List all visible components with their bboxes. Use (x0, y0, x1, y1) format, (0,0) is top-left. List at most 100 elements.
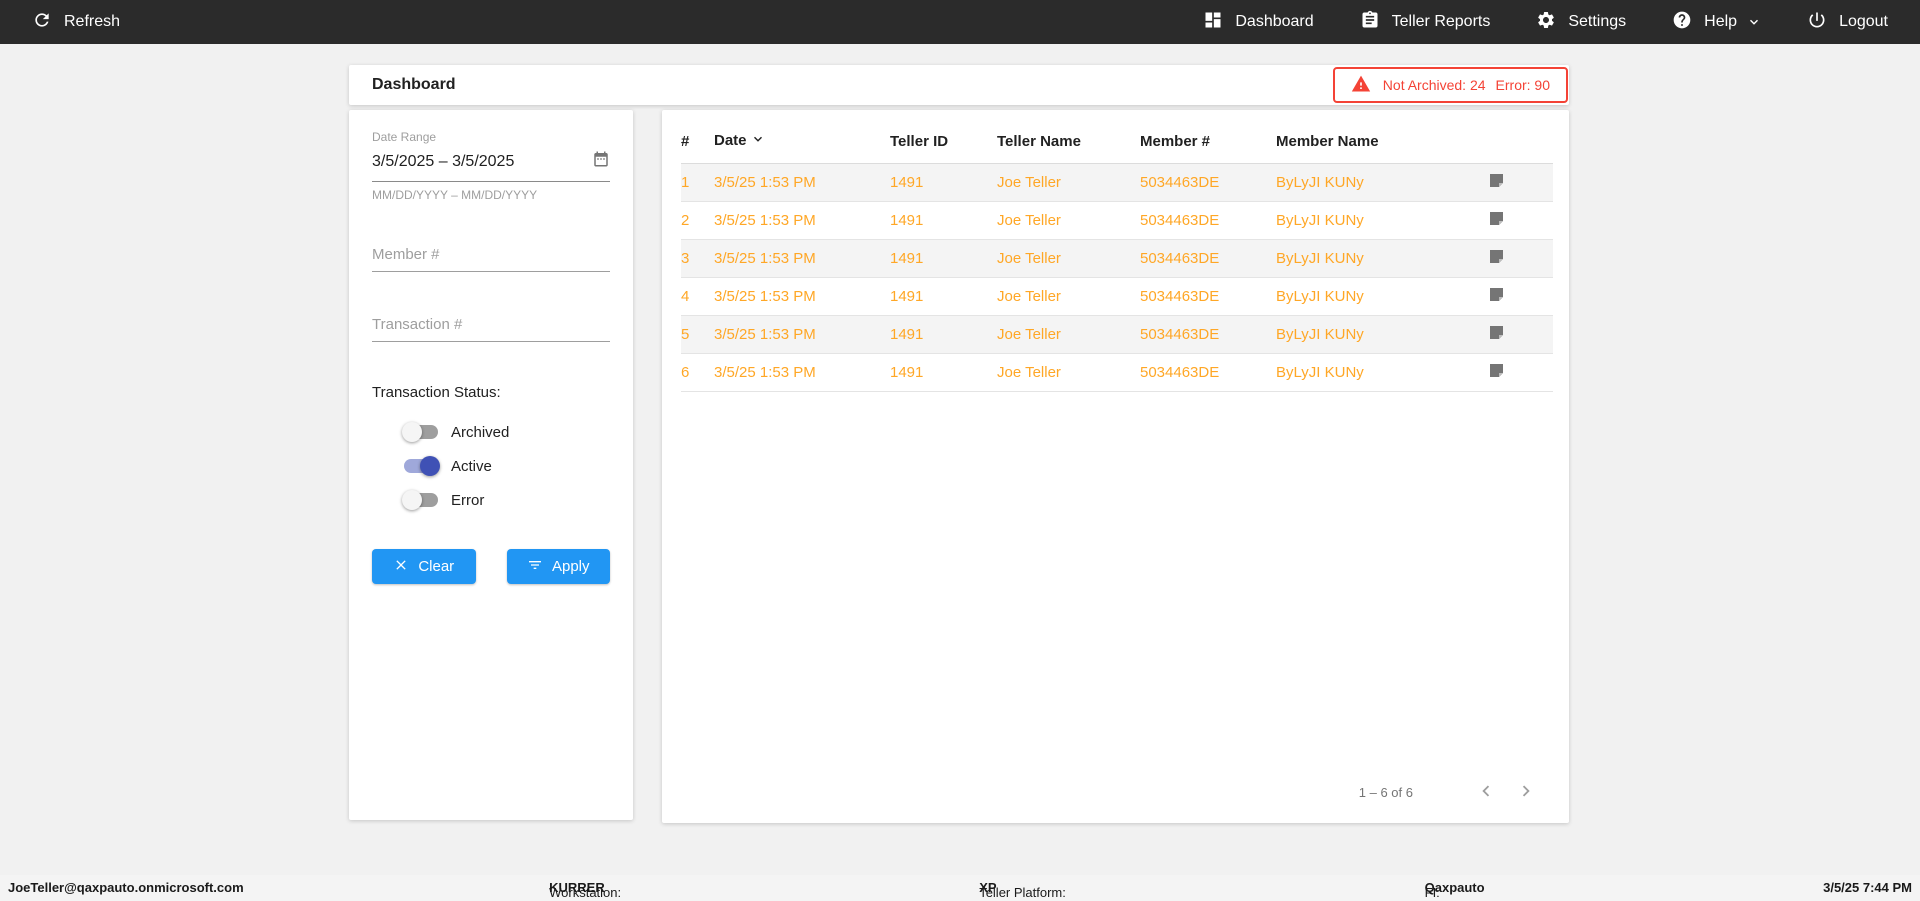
cell-member-num: 5034463DE (1140, 354, 1276, 392)
date-range-field[interactable]: 3/5/2025 – 3/5/2025 (372, 144, 610, 182)
cell-note (1489, 316, 1553, 354)
alert-banner[interactable]: Not Archived: 24 Error: 90 (1333, 67, 1568, 103)
nav-item-teller-reports[interactable]: Teller Reports (1360, 10, 1491, 35)
nav-item-settings[interactable]: Settings (1536, 10, 1626, 35)
alert-error: Error: 90 (1496, 77, 1550, 93)
cell-teller-name: Joe Teller (997, 164, 1140, 202)
note-icon[interactable] (1489, 287, 1504, 302)
cell-teller-name: Joe Teller (997, 278, 1140, 316)
close-icon (393, 557, 409, 577)
top-navigation: Refresh Dashboard Teller Reports Settings H… (0, 0, 1920, 44)
page-title: Dashboard (372, 76, 456, 94)
nav-item-label: Settings (1568, 13, 1626, 31)
cell-member-name: ByLyJI KUNy (1276, 354, 1489, 392)
toggle-label: Active (451, 458, 492, 475)
date-range-format-hint: MM/DD/YYYY – MM/DD/YYYY (372, 188, 610, 202)
table-row[interactable]: 63/5/25 1:53 PM1491Joe Teller5034463DEBy… (681, 354, 1553, 392)
column-header-teller-name[interactable]: Teller Name (997, 124, 1140, 164)
note-icon[interactable] (1489, 325, 1504, 340)
calendar-icon[interactable] (592, 150, 610, 173)
table-row[interactable]: 53/5/25 1:53 PM1491Joe Teller5034463DEBy… (681, 316, 1553, 354)
nav-item-logout[interactable]: Logout (1807, 10, 1888, 35)
cell-num: 5 (681, 316, 714, 354)
refresh-button[interactable]: Refresh (32, 10, 120, 35)
note-icon[interactable] (1489, 249, 1504, 264)
table-row[interactable]: 43/5/25 1:53 PM1491Joe Teller5034463DEBy… (681, 278, 1553, 316)
column-header-member-num[interactable]: Member # (1140, 124, 1276, 164)
cell-teller-id: 1491 (890, 278, 997, 316)
power-icon (1807, 10, 1827, 35)
date-range-value: 3/5/2025 – 3/5/2025 (372, 153, 514, 171)
sort-chevron-down-icon (751, 132, 765, 150)
column-header-member-name[interactable]: Member Name (1276, 124, 1489, 164)
table-row[interactable]: 23/5/25 1:53 PM1491Joe Teller5034463DEBy… (681, 202, 1553, 240)
nav-item-dashboard[interactable]: Dashboard (1203, 10, 1313, 35)
member-number-input[interactable] (372, 238, 610, 272)
cell-note (1489, 278, 1553, 316)
toggle-archived[interactable]: Archived (404, 415, 610, 449)
cell-num: 4 (681, 278, 714, 316)
apply-button[interactable]: Apply (507, 549, 611, 584)
cell-teller-name: Joe Teller (997, 240, 1140, 278)
nav-item-label: Teller Reports (1392, 13, 1491, 31)
note-icon[interactable] (1489, 173, 1504, 188)
cell-num: 1 (681, 164, 714, 202)
warning-icon (1351, 74, 1371, 97)
nav-item-label: Logout (1839, 13, 1888, 31)
toggle-error[interactable]: Error (404, 483, 610, 517)
cell-date: 3/5/25 1:53 PM (714, 278, 890, 316)
date-range-label: Date Range (372, 130, 610, 144)
chevron-right-icon (1515, 780, 1537, 805)
column-header-teller-id[interactable]: Teller ID (890, 124, 997, 164)
cell-member-num: 5034463DE (1140, 278, 1276, 316)
cell-teller-id: 1491 (890, 164, 997, 202)
note-icon[interactable] (1489, 363, 1504, 378)
cell-member-name: ByLyJI KUNy (1276, 164, 1489, 202)
cell-member-num: 5034463DE (1140, 316, 1276, 354)
clear-button[interactable]: Clear (372, 549, 476, 584)
cell-teller-id: 1491 (890, 202, 997, 240)
pagination-range-label: 1 – 6 of 6 (1359, 785, 1413, 800)
title-bar: Dashboard Not Archived: 24 Error: 90 (349, 65, 1569, 105)
column-header-date[interactable]: Date (714, 124, 890, 164)
cell-note (1489, 202, 1553, 240)
toggle-switch[interactable] (404, 459, 438, 473)
chevron-down-icon (1747, 15, 1761, 29)
table-header-row: # Date Teller ID Teller Name Member # Me… (681, 124, 1553, 164)
toggle-label: Archived (451, 424, 509, 441)
toggle-active[interactable]: Active (404, 449, 610, 483)
user-email: JoeTeller@qaxpauto.onmicrosoft.com (8, 880, 244, 895)
column-header-num[interactable]: # (681, 124, 714, 164)
status-bar: JoeTeller@qaxpauto.onmicrosoft.com Works… (0, 875, 1920, 901)
table-row[interactable]: 13/5/25 1:53 PM1491Joe Teller5034463DEBy… (681, 164, 1553, 202)
pagination: 1 – 6 of 6 (1359, 779, 1539, 805)
gear-icon (1536, 10, 1556, 35)
previous-page-button[interactable] (1473, 779, 1499, 805)
toggle-label: Error (451, 492, 484, 509)
toggle-switch[interactable] (404, 493, 438, 507)
table-row[interactable]: 33/5/25 1:53 PM1491Joe Teller5034463DEBy… (681, 240, 1553, 278)
status-datetime: 3/5/25 7:44 PM (1823, 880, 1912, 895)
workstation-info: Workstation: KURRER (549, 880, 605, 895)
next-page-button[interactable] (1513, 779, 1539, 805)
cell-teller-name: Joe Teller (997, 202, 1140, 240)
column-header-actions (1489, 124, 1553, 164)
note-icon[interactable] (1489, 211, 1504, 226)
toggle-switch[interactable] (404, 425, 438, 439)
financial-institution-info: FI: Qaxpauto (1425, 880, 1485, 895)
nav-item-help[interactable]: Help (1672, 10, 1761, 35)
cell-member-num: 5034463DE (1140, 202, 1276, 240)
cell-teller-name: Joe Teller (997, 354, 1140, 392)
cell-num: 6 (681, 354, 714, 392)
cell-teller-id: 1491 (890, 354, 997, 392)
transaction-status-label: Transaction Status: (372, 384, 610, 401)
cell-member-name: ByLyJI KUNy (1276, 278, 1489, 316)
cell-note (1489, 354, 1553, 392)
cell-note (1489, 164, 1553, 202)
nav-item-label: Dashboard (1235, 13, 1313, 31)
cell-member-name: ByLyJI KUNy (1276, 316, 1489, 354)
transactions-table: # Date Teller ID Teller Name Member # Me… (681, 124, 1553, 392)
transaction-number-input[interactable] (372, 308, 610, 342)
cell-date: 3/5/25 1:53 PM (714, 240, 890, 278)
clear-button-label: Clear (418, 558, 454, 575)
